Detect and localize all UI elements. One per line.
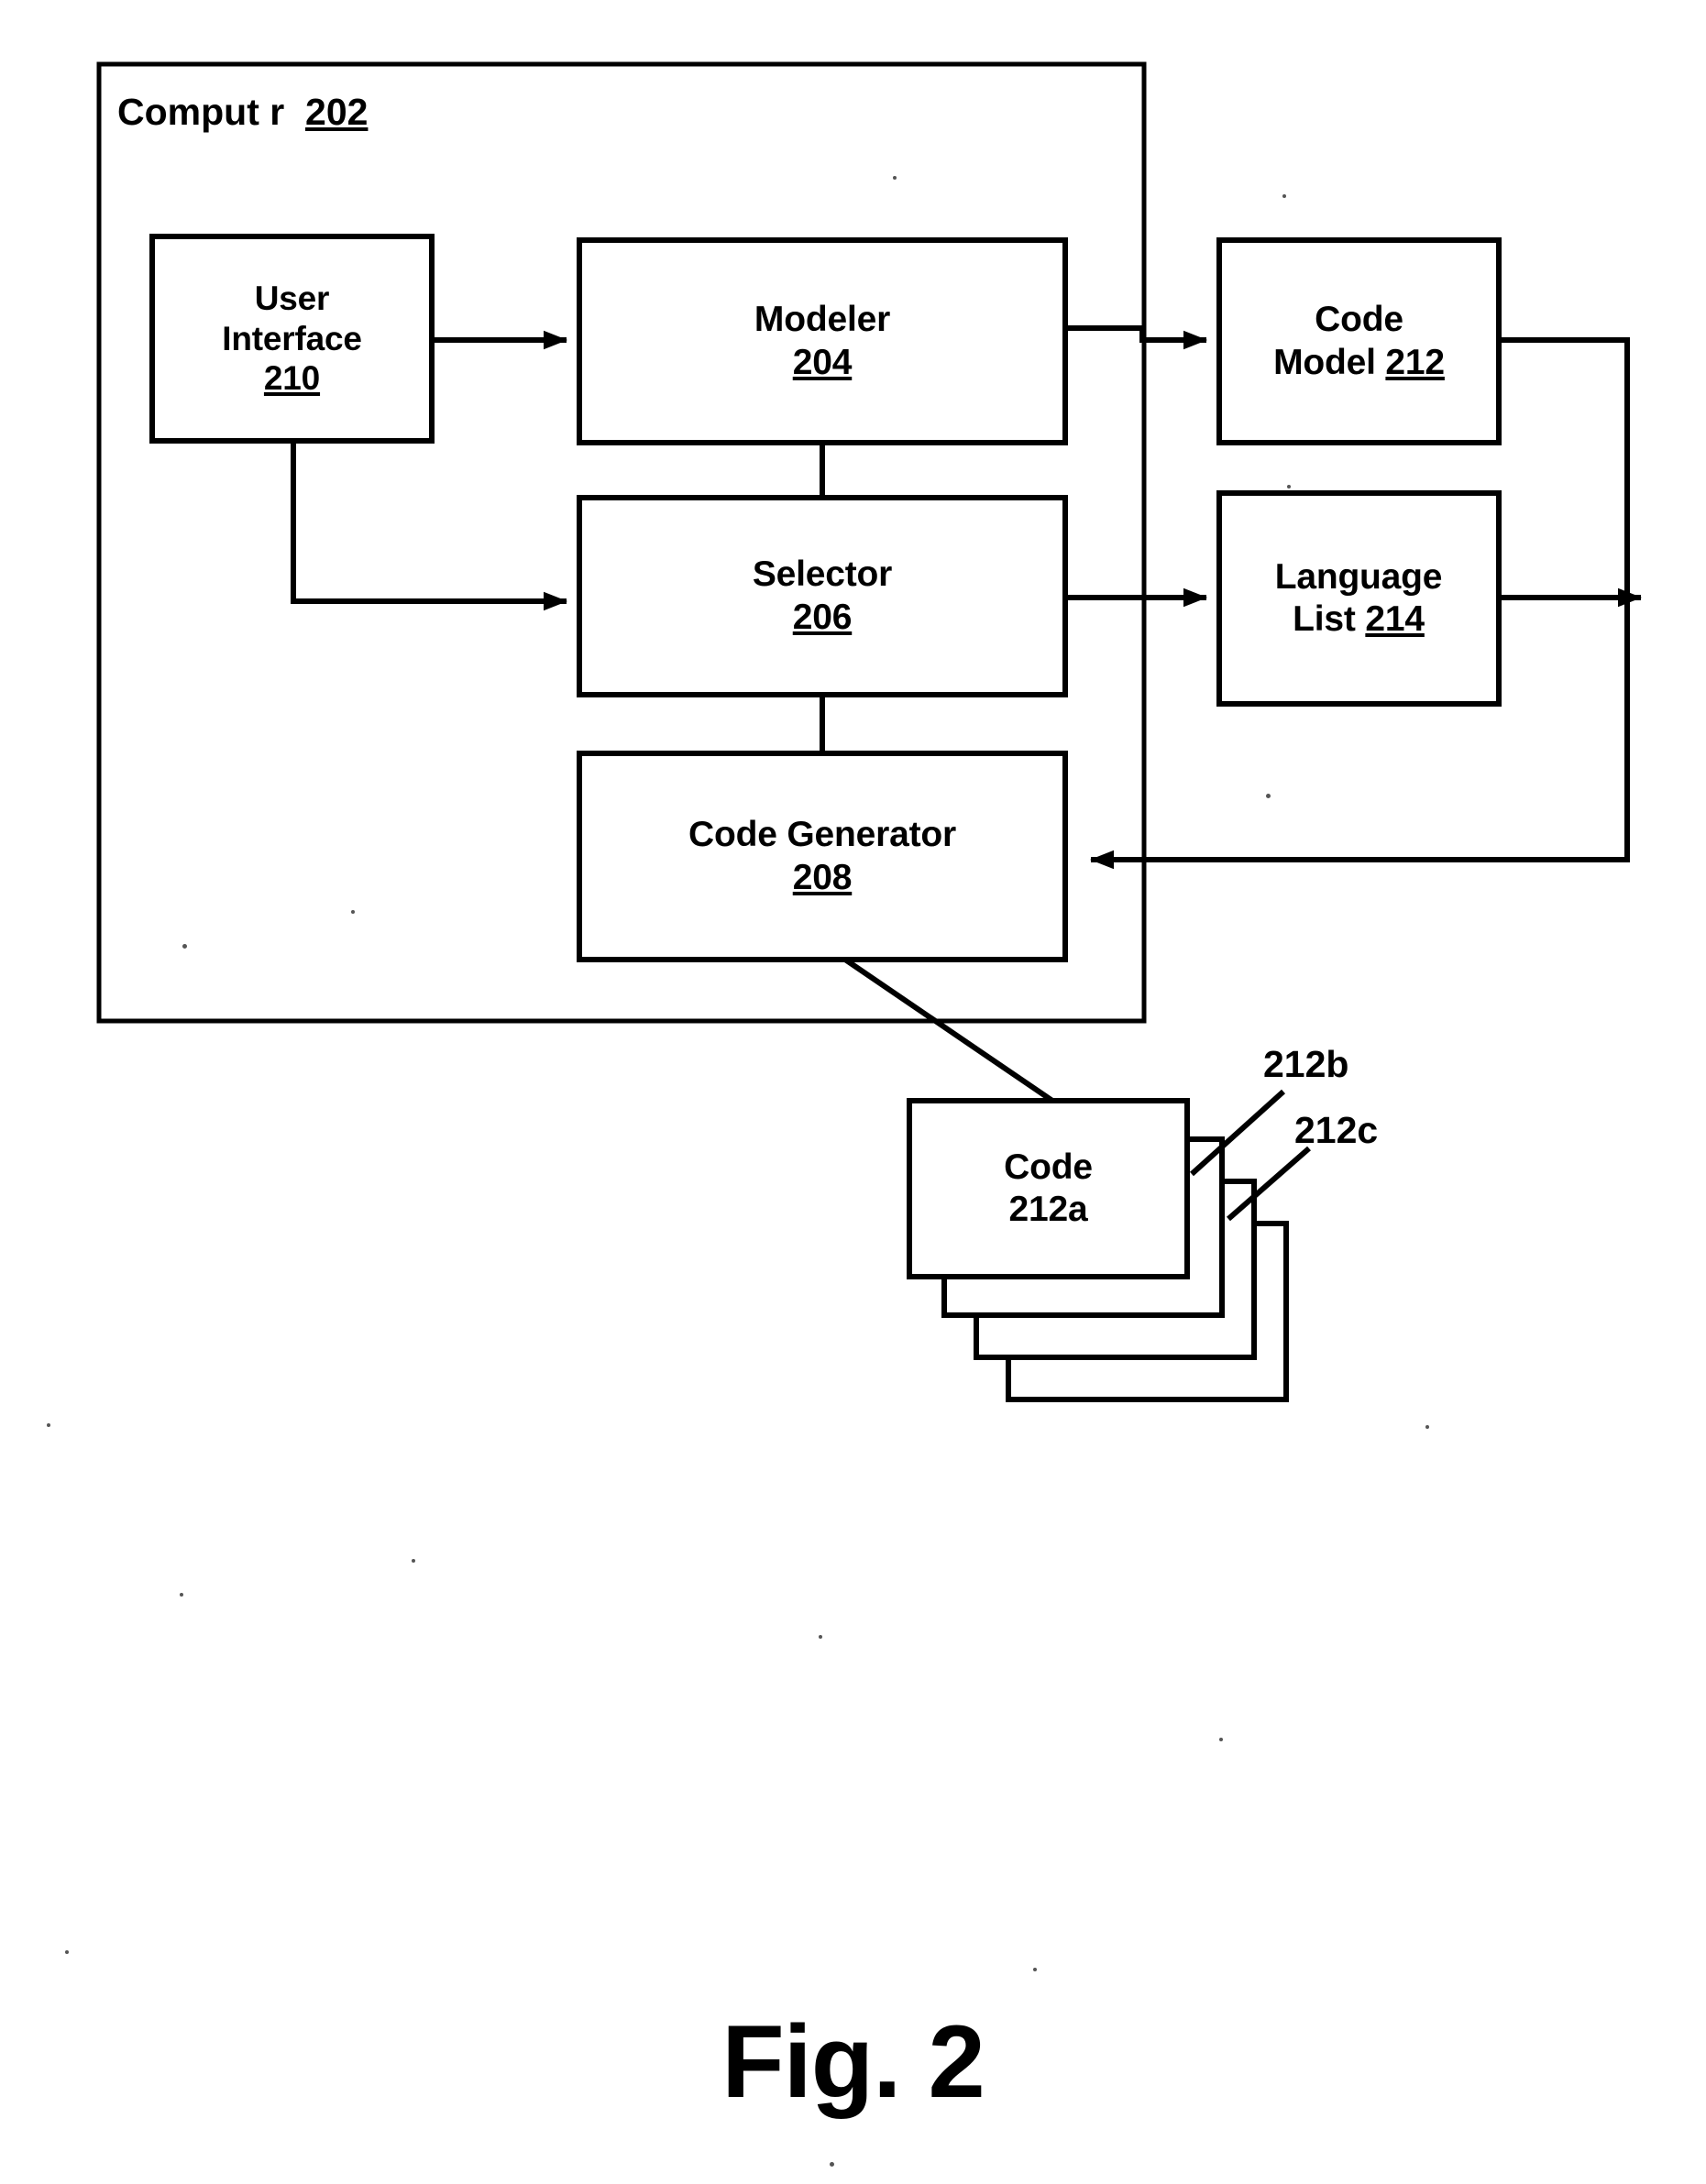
label-selector-ref: 206 [792, 597, 853, 637]
scan-speck [47, 1423, 50, 1427]
connector-ui-to-selector [291, 441, 567, 611]
connector-modeler-to-codemodel [1065, 325, 1207, 350]
label-language-list: Language List 214 [1216, 493, 1502, 704]
scan-speck [893, 176, 897, 180]
label-code-generator-line1: Code Generator [688, 815, 956, 855]
patent-figure-2: Comput r 202 User Interface 210 Modeler … [0, 0, 1706, 2184]
scan-speck [180, 1593, 183, 1597]
label-modeler-ref: 204 [792, 342, 853, 382]
scan-speck [1282, 194, 1286, 198]
label-code-model-line2: Model [1273, 342, 1376, 382]
label-code-212a-line2: 212a [1008, 1190, 1088, 1229]
scan-speck [1425, 1425, 1429, 1429]
enclosure-title-ref: 202 [305, 91, 369, 133]
label-code-generator-ref: 208 [792, 857, 853, 897]
label-user-interface: User Interface 210 [152, 236, 432, 441]
label-language-list-line2: List [1293, 599, 1356, 639]
enclosure-title-text: Comput r [117, 91, 285, 133]
scan-speck [1219, 1738, 1223, 1741]
label-selector-line1: Selector [752, 554, 893, 595]
enclosure-title: Comput r 202 [117, 91, 368, 134]
scan-speck [1033, 1968, 1037, 1971]
label-selector: Selector 206 [579, 498, 1065, 695]
label-code-212a-line1: Code [1004, 1147, 1093, 1187]
scan-speck [819, 1635, 822, 1639]
label-user-interface-line1: User [254, 280, 330, 318]
label-user-interface-ref: 210 [263, 359, 321, 398]
label-code-model-line1: Code [1315, 300, 1403, 340]
label-language-list-line1: Language [1274, 556, 1443, 597]
connector-codegen-to-codestack [843, 957, 1054, 1103]
scan-speck [351, 910, 355, 914]
label-code-generator: Code Generator 208 [579, 753, 1065, 960]
callout-212c: 212c [1294, 1109, 1379, 1151]
label-code-model: Code Model 212 [1219, 240, 1499, 443]
scan-speck [412, 1559, 415, 1563]
leader-212b [1189, 1089, 1286, 1177]
label-language-list-ref: 214 [1365, 599, 1425, 639]
scan-speck [182, 944, 187, 949]
label-modeler: Modeler 204 [579, 240, 1065, 443]
scan-speck [65, 1950, 69, 1954]
scan-speck [1266, 794, 1271, 798]
figure-caption: Fig. 2 [721, 2004, 985, 2119]
label-code-212a: Code 212a [909, 1101, 1187, 1277]
scan-speck [1287, 485, 1291, 488]
label-user-interface-line2: Interface [222, 319, 362, 357]
scan-speck [830, 2162, 834, 2167]
label-modeler-line1: Modeler [754, 300, 891, 340]
label-code-model-ref: 212 [1385, 342, 1445, 382]
callout-212b: 212b [1263, 1043, 1349, 1085]
